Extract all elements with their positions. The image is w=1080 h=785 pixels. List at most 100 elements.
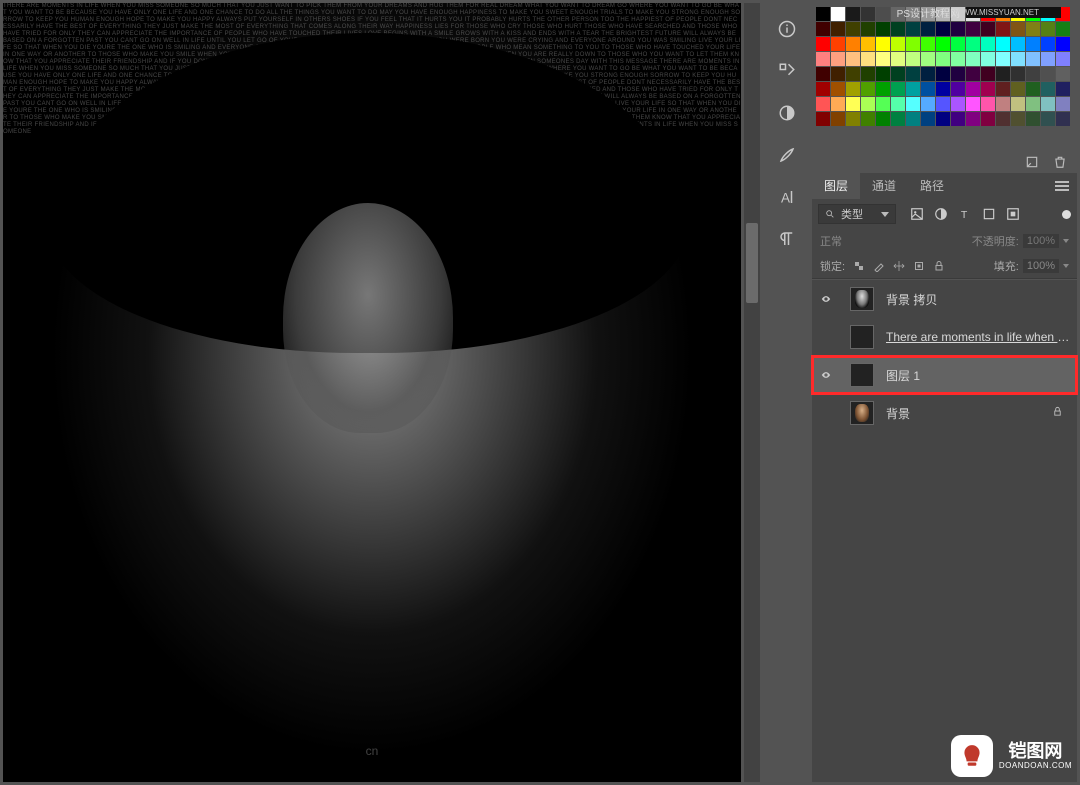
- filter-kind-dropdown[interactable]: 类型: [818, 204, 896, 224]
- swatch[interactable]: [861, 7, 875, 21]
- swatch[interactable]: [1056, 67, 1070, 81]
- swatch[interactable]: [996, 97, 1010, 111]
- swatch[interactable]: [1011, 67, 1025, 81]
- swatch[interactable]: [876, 82, 890, 96]
- lock-transparency-icon[interactable]: [853, 260, 865, 272]
- swatch[interactable]: [876, 97, 890, 111]
- swatch[interactable]: [861, 112, 875, 126]
- filter-smart-icon[interactable]: [1006, 207, 1020, 221]
- swatch[interactable]: [951, 37, 965, 51]
- swatch[interactable]: [831, 82, 845, 96]
- swatch[interactable]: [876, 22, 890, 36]
- swatch[interactable]: [1041, 97, 1055, 111]
- swatch[interactable]: [1026, 112, 1040, 126]
- swatch[interactable]: [966, 67, 980, 81]
- blend-mode-dropdown[interactable]: 正常: [820, 233, 906, 249]
- swatch[interactable]: [936, 67, 950, 81]
- layer-thumbnail[interactable]: [850, 287, 874, 311]
- swatch[interactable]: [816, 67, 830, 81]
- swatch[interactable]: [831, 67, 845, 81]
- adjustments-icon[interactable]: [778, 104, 796, 122]
- swatch[interactable]: [951, 97, 965, 111]
- swatch[interactable]: [831, 52, 845, 66]
- swatch[interactable]: [1041, 37, 1055, 51]
- swatch[interactable]: [936, 97, 950, 111]
- swatch[interactable]: [846, 7, 860, 21]
- swatch[interactable]: [1011, 22, 1025, 36]
- layer-thumbnail[interactable]: [850, 401, 874, 425]
- swatch[interactable]: [1026, 82, 1040, 96]
- swatch[interactable]: [1011, 52, 1025, 66]
- lock-artboard-icon[interactable]: [913, 260, 925, 272]
- swatch[interactable]: [846, 67, 860, 81]
- swatch[interactable]: [1056, 112, 1070, 126]
- layer-row[interactable]: There are moments in life when yo...: [812, 318, 1077, 356]
- canvas-viewport[interactable]: THERE ARE MOMENTS IN LIFE WHEN YOU MISS …: [3, 3, 741, 782]
- brush-icon[interactable]: [778, 146, 796, 164]
- swatch[interactable]: [816, 112, 830, 126]
- swatch[interactable]: [1026, 67, 1040, 81]
- opacity-value[interactable]: 100%: [1023, 234, 1059, 248]
- swatch[interactable]: [1056, 97, 1070, 111]
- lock-all-icon[interactable]: [933, 260, 945, 272]
- layer-name[interactable]: 图层 1: [886, 367, 1071, 384]
- swatch[interactable]: [951, 67, 965, 81]
- swatch[interactable]: [831, 22, 845, 36]
- swatch[interactable]: [1011, 112, 1025, 126]
- filter-toggle-switch[interactable]: [1062, 210, 1071, 219]
- tab-paths[interactable]: 路径: [908, 172, 956, 199]
- swatch[interactable]: [951, 82, 965, 96]
- swatch[interactable]: [876, 67, 890, 81]
- swatch[interactable]: [846, 97, 860, 111]
- swatch[interactable]: [966, 112, 980, 126]
- swatch[interactable]: [861, 37, 875, 51]
- tab-layers[interactable]: 图层: [812, 172, 860, 199]
- layer-name[interactable]: 背景: [886, 405, 1052, 422]
- swatch[interactable]: [1056, 52, 1070, 66]
- swatch[interactable]: [996, 112, 1010, 126]
- swatch[interactable]: [906, 22, 920, 36]
- swatch[interactable]: [861, 67, 875, 81]
- swatch[interactable]: [816, 97, 830, 111]
- filter-pixel-icon[interactable]: [910, 207, 924, 221]
- character-icon[interactable]: A: [778, 188, 796, 206]
- swatch[interactable]: [951, 112, 965, 126]
- layer-thumbnail[interactable]: [850, 325, 874, 349]
- filter-type-icon[interactable]: T: [958, 207, 972, 221]
- swatch[interactable]: [906, 67, 920, 81]
- swatch[interactable]: [846, 52, 860, 66]
- swatch[interactable]: [861, 52, 875, 66]
- new-swatch-icon[interactable]: [1025, 155, 1039, 169]
- swatch[interactable]: [996, 37, 1010, 51]
- swatch[interactable]: [891, 97, 905, 111]
- swatch[interactable]: [816, 37, 830, 51]
- swatch[interactable]: [1056, 37, 1070, 51]
- swatch[interactable]: [891, 112, 905, 126]
- swatch[interactable]: [861, 97, 875, 111]
- swatch[interactable]: [1056, 22, 1070, 36]
- layer-name[interactable]: 背景 拷贝: [886, 291, 1071, 308]
- chevron-down-icon[interactable]: [1063, 264, 1069, 268]
- swatch[interactable]: [966, 22, 980, 36]
- swatch[interactable]: [996, 52, 1010, 66]
- swatch[interactable]: [981, 52, 995, 66]
- swatch[interactable]: [846, 37, 860, 51]
- swatch[interactable]: [846, 22, 860, 36]
- swatch[interactable]: [891, 22, 905, 36]
- swatch[interactable]: [951, 52, 965, 66]
- layer-thumbnail[interactable]: [850, 363, 874, 387]
- swatch[interactable]: [831, 7, 845, 21]
- swatch[interactable]: [831, 112, 845, 126]
- swatch[interactable]: [1041, 67, 1055, 81]
- swatch[interactable]: [1026, 22, 1040, 36]
- swatch[interactable]: [936, 52, 950, 66]
- swatch[interactable]: [966, 82, 980, 96]
- swatch[interactable]: [906, 37, 920, 51]
- swatch[interactable]: [921, 82, 935, 96]
- swatch[interactable]: [936, 82, 950, 96]
- swatch[interactable]: [891, 52, 905, 66]
- swatch[interactable]: [1011, 82, 1025, 96]
- fill-value[interactable]: 100%: [1023, 259, 1059, 273]
- layer-name[interactable]: There are moments in life when yo...: [886, 330, 1071, 344]
- swatch[interactable]: [1026, 52, 1040, 66]
